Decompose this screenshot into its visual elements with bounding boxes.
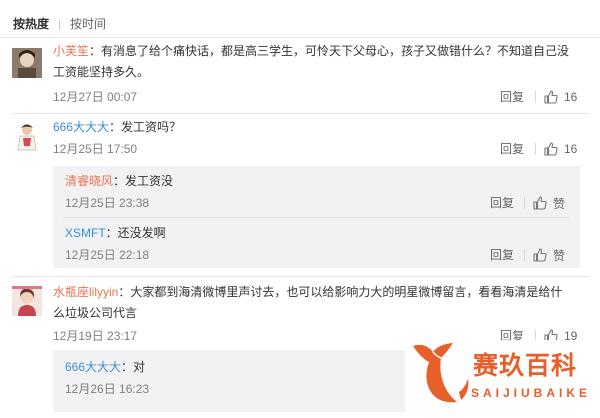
reply-username[interactable]: 清睿晓风 bbox=[65, 174, 113, 188]
like-button[interactable]: 16 bbox=[543, 88, 577, 106]
comment-text-continued: 工资能坚持多久。 bbox=[53, 65, 150, 79]
comment-username[interactable]: 水瓶座lilyyin bbox=[53, 285, 118, 299]
watermark: 赛玖百科 SAIJIUBAIKE bbox=[405, 340, 600, 412]
action-separator bbox=[524, 249, 525, 261]
reply-text: 666大大大：对 bbox=[65, 360, 146, 374]
reply-timestamp: 12月25日 23:38 bbox=[65, 196, 150, 210]
avatar[interactable] bbox=[12, 48, 42, 78]
reply-divider bbox=[63, 217, 570, 218]
like-label: 赞 bbox=[553, 248, 566, 263]
comment-timestamp: 12月25日 17:50 bbox=[53, 142, 138, 156]
reply-text: XSMFT：还没发啊 bbox=[65, 226, 166, 240]
comment-text-continued: 么垃圾公司代言 bbox=[53, 306, 138, 320]
comment-text: 小芙笙：有消息了给个痛快话，都是高三学生，可怜天下父母心，孩子又做错什么？不知道… bbox=[53, 44, 570, 58]
avatar-image bbox=[12, 122, 42, 152]
reply-text: 清睿晓风：发工资没 bbox=[65, 174, 174, 188]
comment-timestamp: 12月27日 00:07 bbox=[53, 90, 138, 104]
reply-username[interactable]: 666大大大 bbox=[65, 360, 121, 374]
avatar[interactable] bbox=[12, 286, 42, 316]
reply-button[interactable]: 回复 bbox=[490, 247, 514, 263]
comment-divider bbox=[12, 276, 590, 277]
action-separator bbox=[524, 197, 525, 209]
comment-timestamp: 12月19日 23:17 bbox=[53, 329, 138, 343]
watermark-brand-cn: 赛玖百科 bbox=[473, 352, 578, 380]
comment-divider bbox=[12, 113, 590, 114]
like-button[interactable]: 16 bbox=[543, 140, 577, 158]
thumbs-up-icon bbox=[533, 248, 547, 262]
whale-tail-logo bbox=[413, 343, 469, 403]
avatar-image bbox=[12, 48, 42, 78]
action-separator bbox=[535, 91, 536, 103]
like-label: 赞 bbox=[553, 196, 566, 211]
avatar-image bbox=[12, 286, 42, 316]
reply-button[interactable]: 回复 bbox=[490, 195, 514, 211]
reply-button[interactable]: 回复 bbox=[500, 141, 524, 157]
reply-username[interactable]: XSMFT bbox=[65, 226, 106, 240]
avatar[interactable] bbox=[12, 122, 42, 152]
comment-text: 水瓶座lilyyin：大家都到海清微博里声讨去，也可以给影响力大的明星微博留言，… bbox=[53, 285, 563, 299]
thumbs-up-icon bbox=[533, 196, 547, 210]
thumbs-up-icon bbox=[544, 90, 558, 104]
comment-username[interactable]: 小芙笙 bbox=[53, 44, 89, 58]
comment-username[interactable]: 666大大大 bbox=[53, 120, 109, 134]
thumbs-up-icon bbox=[544, 142, 558, 156]
like-count: 16 bbox=[564, 142, 578, 156]
like-button[interactable]: 赞 bbox=[532, 246, 565, 264]
sort-by-hot-tab[interactable]: 按热度 bbox=[13, 16, 49, 32]
watermark-brand-en: SAIJIUBAIKE bbox=[471, 386, 592, 400]
comment-text: 666大大大：发工资吗？ bbox=[53, 120, 182, 134]
reply-button[interactable]: 回复 bbox=[500, 89, 524, 105]
reply-timestamp: 12月25日 22:18 bbox=[65, 248, 150, 262]
sort-by-time-tab[interactable]: 按时间 bbox=[70, 16, 106, 32]
sort-separator bbox=[59, 19, 60, 30]
action-separator bbox=[535, 143, 536, 155]
reply-timestamp: 12月26日 16:23 bbox=[65, 382, 150, 396]
sort-bar: 按热度 按时间 bbox=[0, 0, 600, 38]
sort-bar-divider bbox=[0, 37, 600, 38]
like-count: 16 bbox=[564, 90, 578, 104]
like-button[interactable]: 赞 bbox=[532, 194, 565, 212]
